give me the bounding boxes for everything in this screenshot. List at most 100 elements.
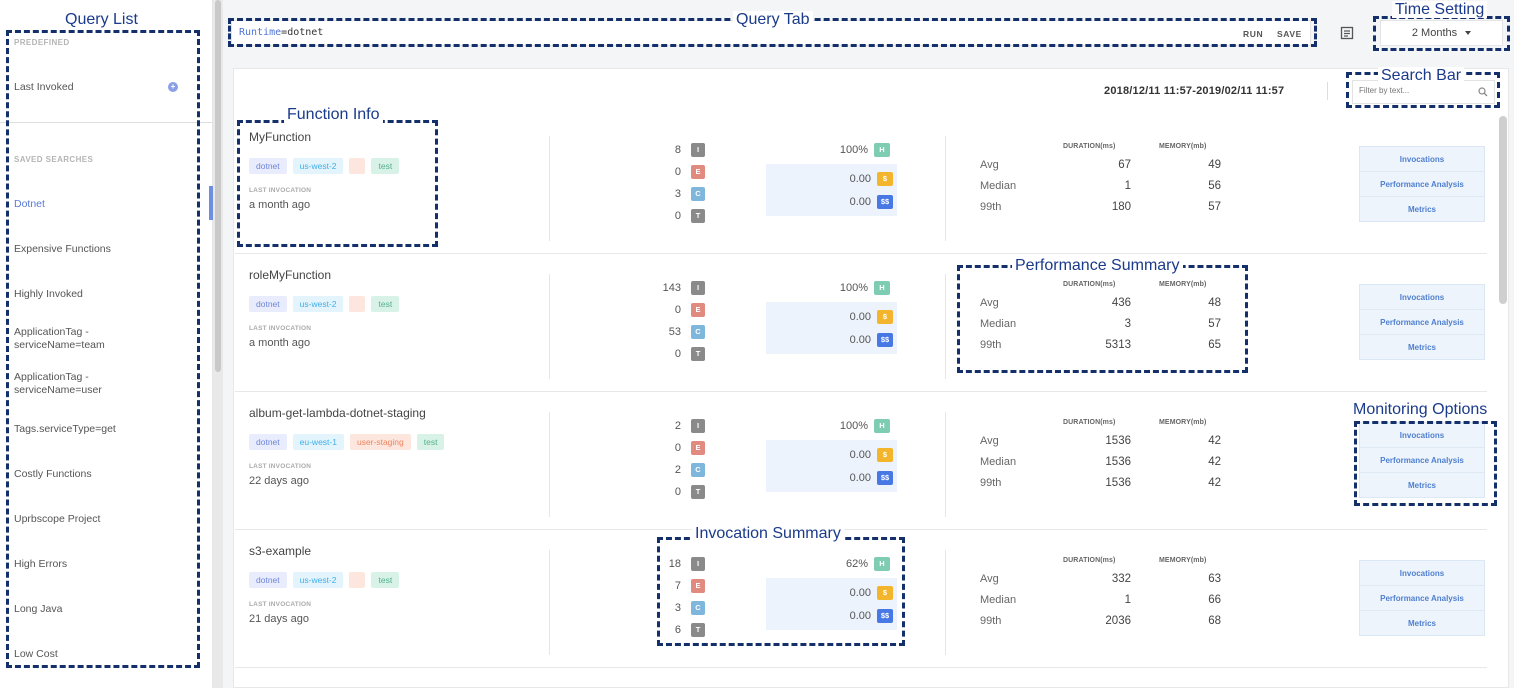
badge-h: H: [874, 419, 890, 433]
memory-p99: 68: [1208, 615, 1221, 627]
annotation-box-performance-summary: [957, 265, 1248, 373]
duration-p99: 180: [1111, 201, 1131, 213]
function-name[interactable]: album-get-lambda-dotnet-staging: [249, 406, 426, 420]
count-t: 0 T: [605, 209, 705, 223]
cost-value: 0.00: [849, 311, 871, 323]
cost-value: 0.00: [849, 173, 871, 185]
sidebar-scroll-thumb[interactable]: [215, 0, 221, 372]
metrics-button[interactable]: Metrics: [1360, 197, 1484, 222]
annotation-function-info: Function Info: [284, 106, 383, 123]
column-divider: [549, 274, 550, 379]
column-divider: [945, 274, 946, 379]
memory-avg: 42: [1208, 435, 1221, 447]
badge-c: C: [691, 325, 705, 339]
duration-median: 1: [1124, 594, 1131, 606]
duration-avg: 67: [1118, 159, 1131, 171]
tag-list: dotnet us-west-2 test: [249, 572, 400, 588]
cost-value: 0.00: [849, 449, 871, 461]
tag-env[interactable]: test: [371, 296, 400, 312]
function-row: album-get-lambda-dotnet-staging dotnet e…: [235, 392, 1487, 530]
badge-cost-total: $$: [877, 333, 893, 347]
annotation-monitoring-options: Monitoring Options: [1350, 401, 1491, 418]
health-percent: 100% H: [750, 419, 890, 433]
perf-label-median: Median: [980, 180, 1017, 192]
count-c-value: 2: [674, 464, 681, 476]
memory-header: MEMORY(mb): [1159, 419, 1207, 426]
last-invocation-value: 21 days ago: [249, 613, 309, 625]
count-i-value: 8: [674, 144, 681, 156]
health-percent: 100% H: [750, 143, 890, 157]
cost-total: 0.00 $$: [813, 195, 893, 209]
count-t-value: 0: [674, 210, 681, 222]
tag-runtime[interactable]: dotnet: [249, 296, 287, 312]
invocations-button[interactable]: Invocations: [1360, 561, 1484, 586]
health-percent: 100% H: [750, 281, 890, 295]
tag-list: dotnet us-west-2 test: [249, 296, 400, 312]
duration-median: 1: [1124, 180, 1131, 192]
function-name[interactable]: roleMyFunction: [249, 268, 331, 282]
count-e-value: 0: [674, 442, 681, 454]
memory-median: 56: [1208, 180, 1221, 192]
count-t-value: 0: [674, 486, 681, 498]
last-invocation-label: LAST INVOCATION: [249, 325, 312, 332]
performance-analysis-button[interactable]: Performance Analysis: [1360, 310, 1484, 335]
annotation-box-query-list: [6, 30, 200, 668]
cost-total: 0.00 $$: [813, 333, 893, 347]
duration-p99: 2036: [1105, 615, 1131, 627]
tag-env[interactable]: test: [416, 434, 445, 450]
cost-box: 0.00 $ 0.00 $$: [766, 302, 897, 354]
invocations-button[interactable]: Invocations: [1360, 147, 1484, 172]
function-name[interactable]: s3-example: [249, 544, 311, 558]
badge-t: T: [691, 485, 705, 499]
memory-header: MEMORY(mb): [1159, 143, 1207, 150]
tag-user[interactable]: user-staging: [349, 434, 411, 450]
tag-env[interactable]: test: [371, 572, 400, 588]
badge-e: E: [691, 303, 705, 317]
tag-region[interactable]: us-west-2: [292, 572, 344, 588]
count-e-value: 0: [674, 166, 681, 178]
tag-region[interactable]: eu-west-1: [292, 434, 344, 450]
layout-icon[interactable]: [1340, 26, 1354, 40]
main-scrollbar[interactable]: [1499, 116, 1507, 304]
metrics-button[interactable]: Metrics: [1360, 611, 1484, 636]
perf-label-avg: Avg: [980, 573, 999, 585]
tag-user[interactable]: [349, 572, 366, 588]
badge-e: E: [691, 441, 705, 455]
last-invocation-label: LAST INVOCATION: [249, 601, 312, 608]
count-t: 0 T: [605, 485, 705, 499]
perf-label-avg: Avg: [980, 159, 999, 171]
count-c: 2 C: [605, 463, 705, 477]
tag-user[interactable]: [349, 296, 366, 312]
last-invocation-label: LAST INVOCATION: [249, 463, 312, 470]
tag-list: dotnet eu-west-1 user-staging test: [249, 434, 445, 450]
tag-runtime[interactable]: dotnet: [249, 572, 287, 588]
app-root: PREDEFINED Last Invoked + SAVED SEARCHES…: [0, 0, 1514, 688]
badge-cost: $: [877, 448, 893, 462]
monitoring-options: Invocations Performance Analysis Metrics: [1359, 284, 1485, 360]
perf-label-median: Median: [980, 456, 1017, 468]
annotation-box-monitoring-options: [1354, 421, 1497, 506]
performance-analysis-button[interactable]: Performance Analysis: [1360, 586, 1484, 611]
memory-p99: 57: [1208, 201, 1221, 213]
duration-p99: 1536: [1105, 477, 1131, 489]
duration-avg: 1536: [1105, 435, 1131, 447]
annotation-query-tab: Query Tab: [733, 11, 813, 28]
duration-avg: 332: [1111, 573, 1131, 585]
date-range: 2018/12/11 11:57-2019/02/11 11:57: [1104, 85, 1285, 97]
memory-median: 42: [1208, 456, 1221, 468]
cost-per: 0.00 $: [813, 310, 893, 324]
health-value: 100%: [839, 282, 868, 294]
metrics-button[interactable]: Metrics: [1360, 335, 1484, 360]
invocations-button[interactable]: Invocations: [1360, 285, 1484, 310]
tag-region[interactable]: us-west-2: [292, 296, 344, 312]
cost-box: 0.00 $ 0.00 $$: [766, 440, 897, 492]
tag-runtime[interactable]: dotnet: [249, 434, 287, 450]
badge-cost-total: $$: [877, 471, 893, 485]
last-invocation-value: a month ago: [249, 337, 311, 349]
performance-analysis-button[interactable]: Performance Analysis: [1360, 172, 1484, 197]
column-divider: [549, 136, 550, 241]
count-i-value: 143: [662, 282, 681, 294]
cost-box: 0.00 $ 0.00 $$: [766, 164, 897, 216]
badge-h: H: [874, 281, 890, 295]
column-divider: [549, 412, 550, 517]
